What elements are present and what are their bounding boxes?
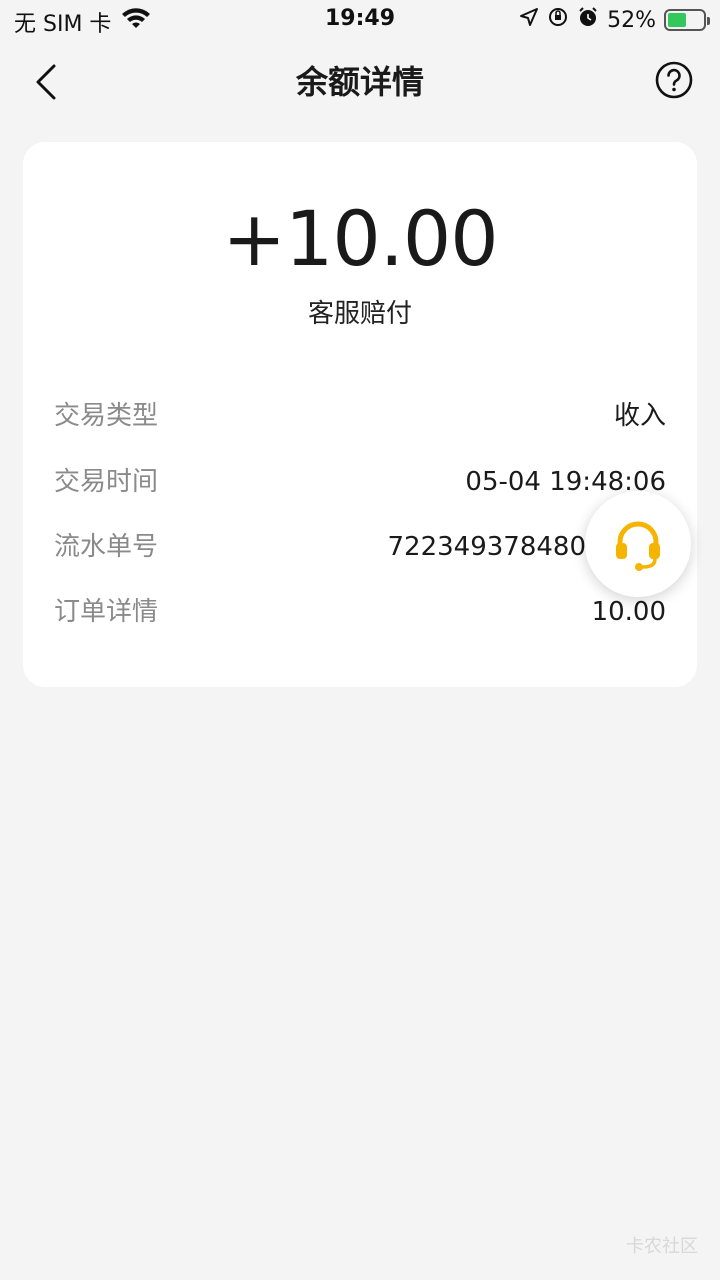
page-title: 余额详情	[295, 63, 424, 101]
customer-service-button[interactable]	[585, 491, 691, 597]
location-arrow-icon	[519, 7, 539, 33]
detail-value: 10.00	[591, 597, 666, 627]
detail-value: 722349378480	[387, 532, 586, 562]
battery-percent: 52%	[607, 7, 656, 33]
detail-label: 订单详情	[54, 597, 159, 627]
detail-label: 交易时间	[54, 467, 159, 497]
navigation-bar: 余额详情	[0, 40, 720, 124]
rotation-lock-icon	[547, 6, 569, 34]
detail-row-order-detail[interactable]: 订单详情 10.00	[54, 592, 666, 632]
watermark-text: 卡农社区	[626, 1236, 698, 1257]
battery-icon	[664, 9, 710, 31]
headset-icon	[616, 521, 660, 571]
detail-value: 收入	[613, 401, 666, 431]
detail-label: 交易类型	[54, 401, 159, 431]
status-right: 52%	[519, 6, 710, 34]
detail-row-serial-number: 流水单号 722349378480	[54, 527, 666, 567]
question-circle-icon	[655, 61, 693, 99]
amount-description: 客服赔付	[307, 299, 412, 329]
detail-row-transaction-type: 交易类型 收入	[54, 396, 666, 436]
alarm-clock-icon	[577, 6, 599, 34]
help-button[interactable]	[654, 60, 694, 100]
balance-detail-card: +10.00 客服赔付 交易类型 收入 交易时间 05-04 19:48:06 …	[23, 142, 697, 687]
status-bar: 无 SIM 卡 19:49 52%	[0, 0, 720, 40]
detail-row-transaction-time: 交易时间 05-04 19:48:06	[54, 462, 666, 502]
detail-label: 流水单号	[54, 532, 159, 562]
amount-value: +10.00	[222, 194, 498, 283]
